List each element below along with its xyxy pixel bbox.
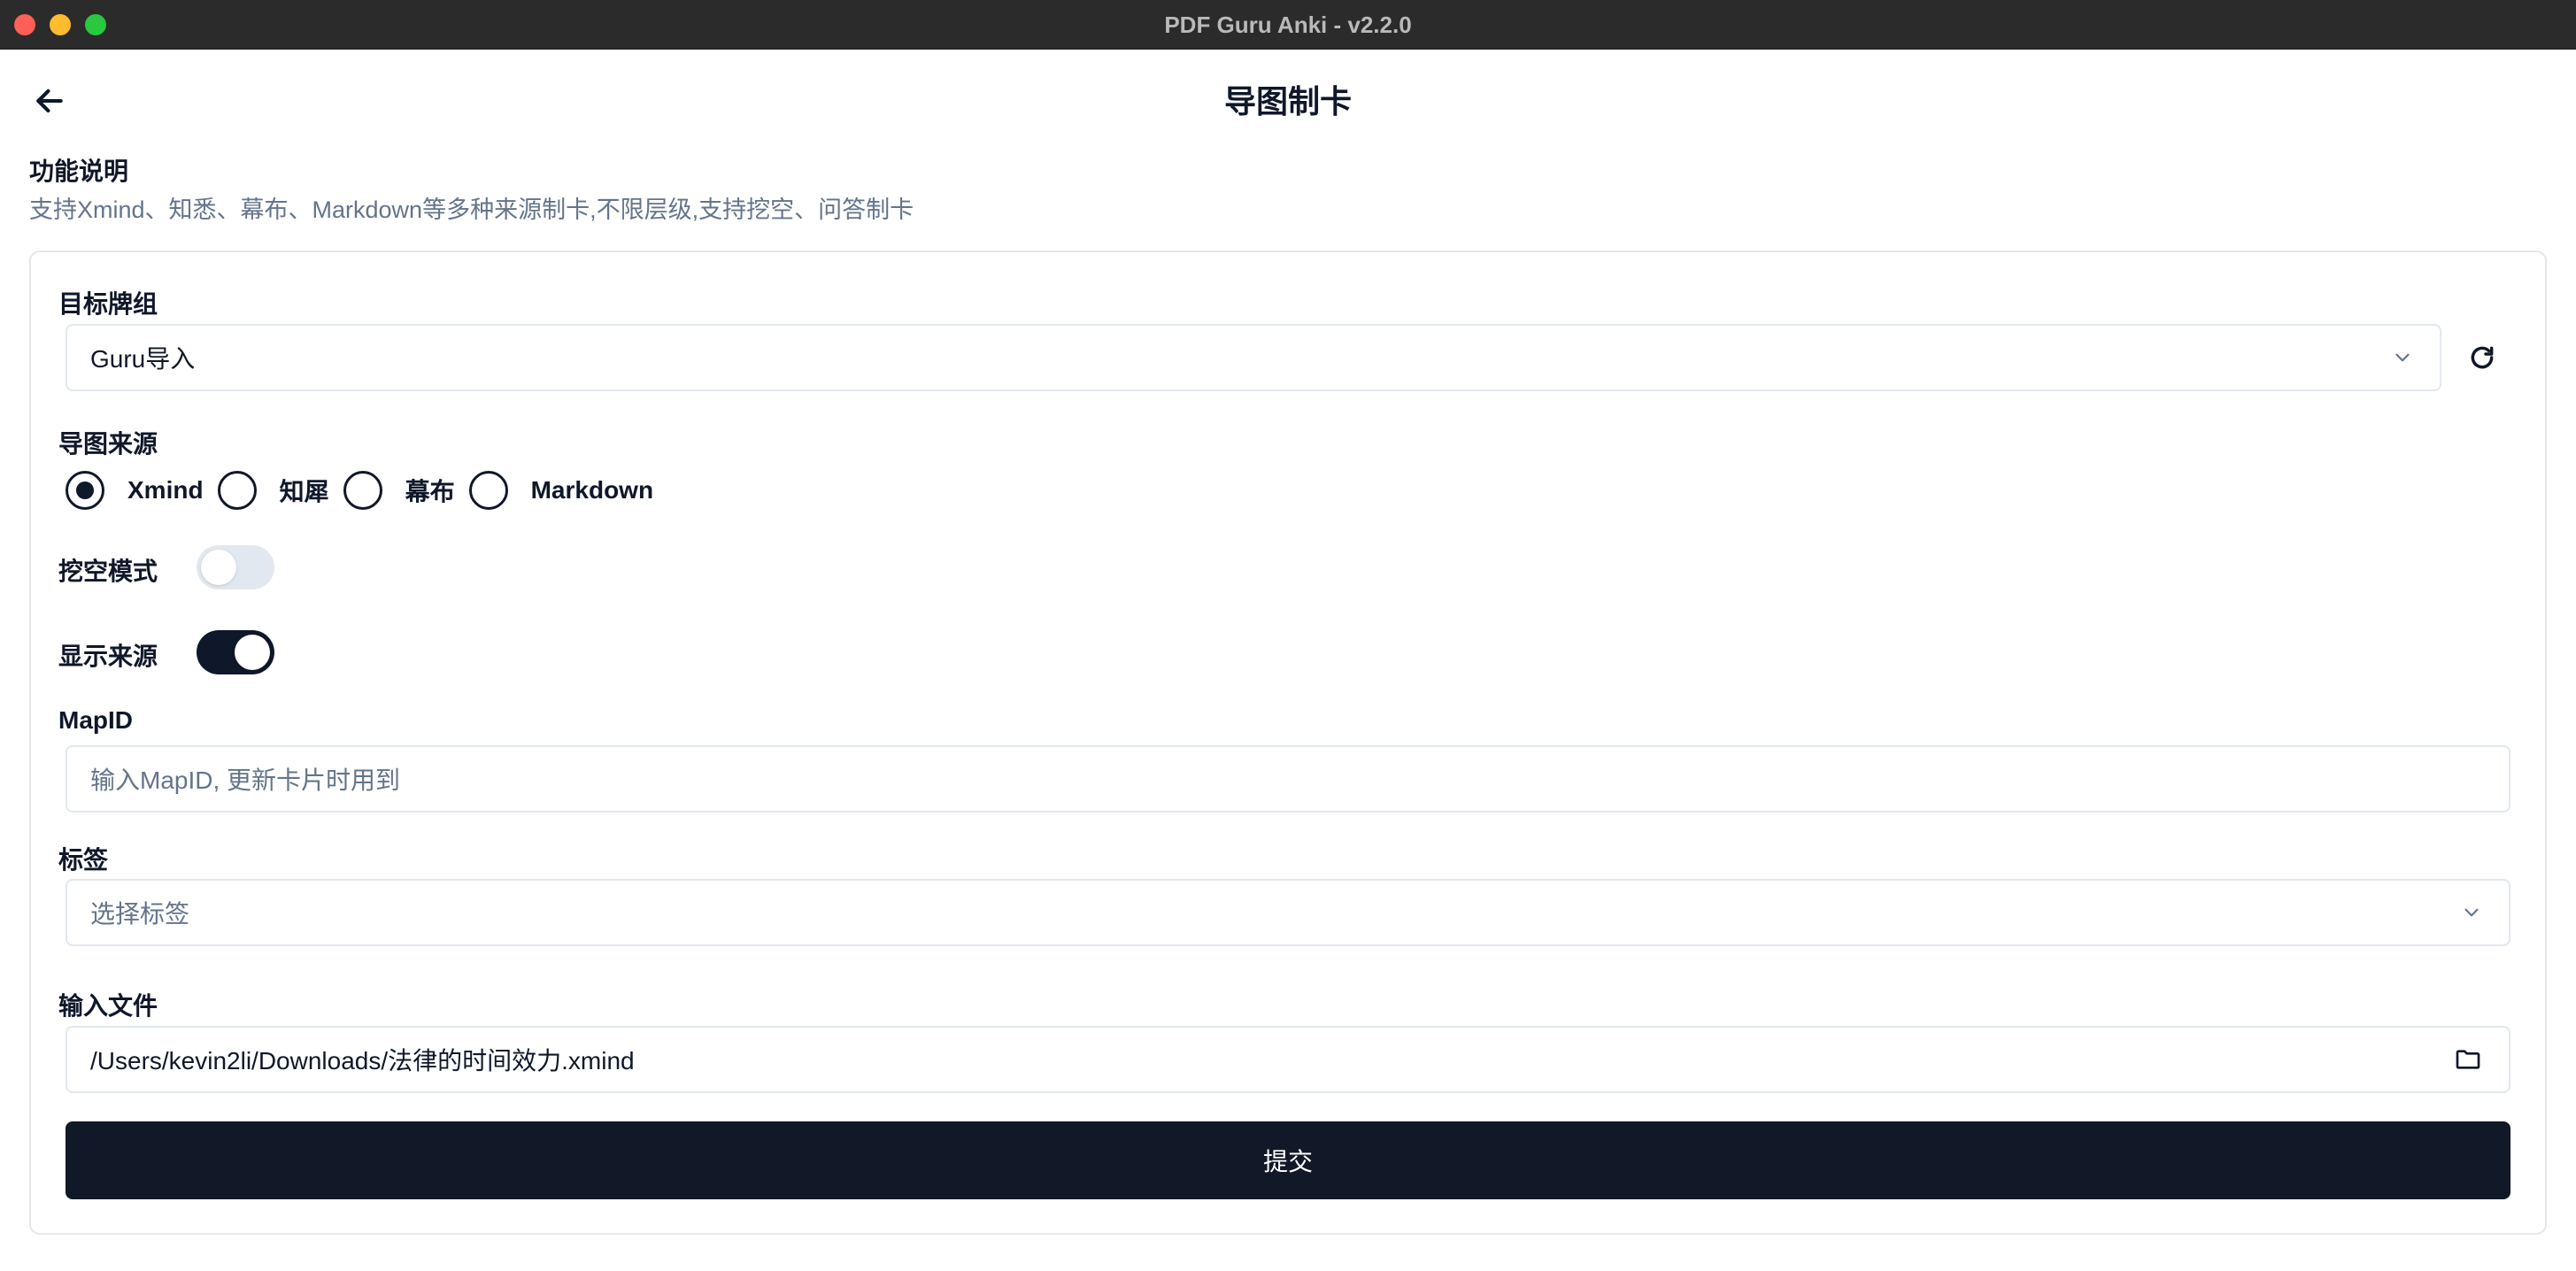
window-title: PDF Guru Anki - v2.2.0 xyxy=(1164,12,1412,38)
deck-label: 目标牌组 xyxy=(58,290,158,318)
radio-selected-dot xyxy=(76,481,94,499)
radio-markdown[interactable] xyxy=(468,471,508,510)
source-radio-group: Xmind 知犀 幕布 Markdown xyxy=(66,469,667,512)
cloze-mode-toggle[interactable] xyxy=(197,545,274,589)
input-file-field[interactable]: /Users/kevin2li/Downloads/法律的时间效力.xmind xyxy=(66,1026,2510,1093)
radio-label-zhixi: 知犀 xyxy=(279,478,329,505)
cloze-mode-label: 挖空模式 xyxy=(58,558,158,585)
mapid-placeholder: 输入MapID, 更新卡片时用到 xyxy=(90,766,401,794)
show-source-toggle[interactable] xyxy=(197,630,274,674)
deck-select[interactable]: Guru导入 xyxy=(66,324,2441,391)
toggle-knob xyxy=(201,550,236,585)
radio-label-mubu: 幕布 xyxy=(405,478,455,505)
radio-label-xmind: Xmind xyxy=(127,476,204,504)
page-title: 导图制卡 xyxy=(1223,83,1352,119)
window-titlebar: PDF Guru Anki - v2.2.0 xyxy=(0,0,2576,50)
description-text: 支持Xmind、知悉、幕布、Markdown等多种来源制卡,不限层级,支持挖空、… xyxy=(29,196,914,223)
toggle-knob xyxy=(235,635,270,670)
mapid-input[interactable]: 输入MapID, 更新卡片时用到 xyxy=(66,745,2510,813)
folder-button[interactable] xyxy=(2450,1045,2486,1074)
folder-icon xyxy=(2456,1050,2480,1069)
show-source-label: 显示来源 xyxy=(58,643,158,670)
radio-xmind[interactable] xyxy=(66,471,104,510)
radio-mubu[interactable] xyxy=(343,471,382,510)
source-label: 导图来源 xyxy=(58,430,158,458)
tags-placeholder: 选择标签 xyxy=(90,900,190,928)
radio-label-markdown: Markdown xyxy=(530,476,654,504)
chevron-down-icon xyxy=(2457,898,2486,927)
tags-select[interactable]: 选择标签 xyxy=(66,879,2510,946)
input-file-label: 输入文件 xyxy=(58,992,158,1020)
mapid-label: MapID xyxy=(58,706,133,734)
description-title: 功能说明 xyxy=(29,158,129,185)
radio-zhixi[interactable] xyxy=(217,471,257,510)
refresh-icon xyxy=(2471,346,2494,369)
submit-button[interactable]: 提交 xyxy=(66,1121,2510,1199)
refresh-button[interactable] xyxy=(2461,336,2503,379)
chevron-down-icon xyxy=(2388,343,2417,372)
tags-label: 标签 xyxy=(58,846,109,874)
input-file-path: /Users/kevin2li/Downloads/法律的时间效力.xmind xyxy=(90,1047,635,1075)
deck-select-value: Guru导入 xyxy=(90,345,196,373)
